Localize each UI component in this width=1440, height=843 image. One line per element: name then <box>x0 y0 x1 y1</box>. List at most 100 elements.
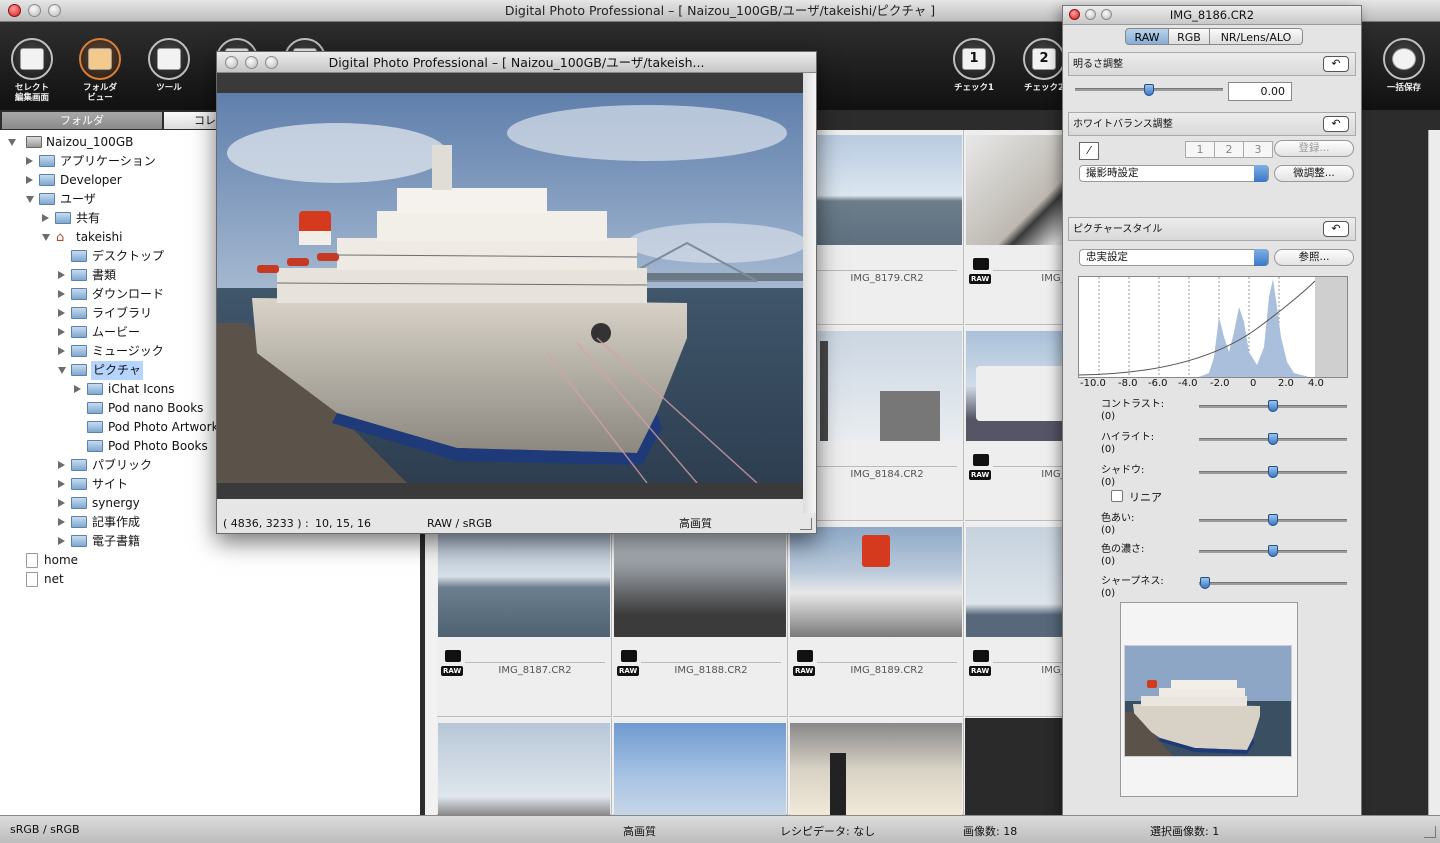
thumbnail-cell[interactable]: RAW IMG_8188.CR2 <box>613 522 788 717</box>
navigator-panel[interactable] <box>1120 602 1298 797</box>
saturation-value: (0) <box>1101 556 1116 567</box>
zoom-window-button[interactable] <box>48 4 61 17</box>
tab-rgb[interactable]: RGB <box>1168 28 1210 45</box>
tree-label: Developer <box>60 173 122 187</box>
tree-label-selected: ピクチャ <box>91 361 143 380</box>
picture-style-label: ピクチャースタイル <box>1073 224 1163 235</box>
tree-label: ムービー <box>92 325 141 339</box>
brightness-slider-knob[interactable] <box>1144 84 1154 96</box>
close-window-button[interactable] <box>8 4 21 17</box>
library-folder-icon <box>71 307 87 319</box>
brightness-section-header: 明るさ調整 ↶ <box>1068 52 1356 76</box>
thumbnail-filename: IMG_8189.CR2 <box>817 662 957 676</box>
picture-style-value: 忠実設定 <box>1086 251 1128 263</box>
preview-color-mode: RAW / sRGB <box>427 517 493 530</box>
preview-minimize-button[interactable] <box>245 56 258 69</box>
eyedropper-icon[interactable]: ⁄ <box>1079 142 1099 160</box>
linear-label: リニア <box>1129 491 1162 504</box>
minimize-window-button[interactable] <box>28 4 41 17</box>
wb-mode-select[interactable]: 撮影時設定 <box>1079 165 1269 182</box>
histogram[interactable] <box>1078 276 1348 378</box>
folder-view-button[interactable]: フォルダ ビュー <box>70 38 130 103</box>
wb-preset-3-button[interactable]: 3 <box>1243 141 1273 158</box>
ship-shape <box>976 366 1066 421</box>
select-edit-label: セレクト <box>14 83 49 93</box>
preview-close-button[interactable] <box>225 56 238 69</box>
saturation-label: 色の濃さ: <box>1101 544 1145 555</box>
saturation-slider-knob[interactable] <box>1268 545 1278 557</box>
batch-save-button[interactable]: 一括保存 <box>1374 38 1434 93</box>
tree-label: 共有 <box>76 211 101 225</box>
sharpness-slider-knob[interactable] <box>1200 577 1210 589</box>
raw-badge: RAW <box>969 274 992 284</box>
thumbnail-cell[interactable] <box>437 718 612 815</box>
document-icon <box>26 572 38 587</box>
shadow-value: (0) <box>1101 477 1116 488</box>
picture-style-browse-button[interactable]: 参照... <box>1274 249 1354 266</box>
sharpness-slider-track[interactable] <box>1199 582 1347 585</box>
tone-slider-row: 色あい: (0) <box>1063 513 1361 543</box>
wb-register-button[interactable]: 登録... <box>1274 140 1354 157</box>
grid-empty-area <box>965 718 1065 815</box>
brightness-reset-button[interactable]: ↶ <box>1323 56 1349 72</box>
preview-scrollbar[interactable] <box>803 73 816 513</box>
music-folder-icon <box>71 345 87 357</box>
status-selected-count: 選択画像数: 1 <box>1150 825 1220 838</box>
tree-label: パブリック <box>92 458 153 472</box>
desktop-folder-icon <box>71 250 87 262</box>
shadow-slider-row: シャドウ: (0) <box>1063 465 1361 495</box>
grid-scrollbar[interactable] <box>1428 130 1440 815</box>
sharpness-value: (0) <box>1101 588 1116 599</box>
thumbnail-cell[interactable] <box>613 718 788 815</box>
palette-close-button[interactable] <box>1069 9 1080 20</box>
wb-fine-tune-button[interactable]: 微調整... <box>1274 165 1354 182</box>
shadow-slider-knob[interactable] <box>1268 466 1278 478</box>
tree-label: デスクトップ <box>92 249 165 263</box>
tone-slider-knob[interactable] <box>1268 514 1278 526</box>
thumbnail-cell[interactable]: RAW IMG_8189.CR2 <box>789 522 964 717</box>
select-edit-window-button[interactable]: セレクト 編集画面 <box>2 38 62 103</box>
picture-style-select[interactable]: 忠実設定 <box>1079 249 1269 266</box>
tool-palette: IMG_8186.CR2 RAW RGB NR/Lens/ALO 明るさ調整 ↶… <box>1062 5 1362 817</box>
check-mark-2-icon: 2 <box>1023 38 1065 80</box>
thumbnail-image <box>438 527 610 637</box>
resize-grip-icon[interactable] <box>800 518 812 530</box>
document-icon <box>26 553 38 568</box>
folder-icon <box>87 421 103 433</box>
palette-minimize-button[interactable] <box>1085 9 1096 20</box>
picture-style-reset-button[interactable]: ↶ <box>1323 221 1349 237</box>
palette-zoom-button[interactable] <box>1101 9 1112 20</box>
raw-badge: RAW <box>969 666 992 676</box>
tree-label: iChat Icons <box>108 382 175 396</box>
navigator-thumbnail <box>1124 645 1292 757</box>
tab-folder[interactable]: フォルダ <box>2 112 162 129</box>
preview-image[interactable] <box>217 93 803 483</box>
contrast-slider-knob[interactable] <box>1268 400 1278 412</box>
camera-icon <box>973 650 989 662</box>
folder-icon <box>71 497 87 509</box>
window-resize-grip-icon[interactable] <box>1424 826 1436 838</box>
movies-folder-icon <box>71 326 87 338</box>
tool-palette-button[interactable]: ツール <box>139 38 199 93</box>
wb-preset-1-button[interactable]: 1 <box>1185 141 1215 158</box>
thumbnail-cell[interactable]: RAW IMG_8187.CR2 <box>437 522 612 717</box>
thumbnail-filename: IMG_8179.CR2 <box>817 270 957 284</box>
linear-checkbox[interactable] <box>1111 490 1123 502</box>
batch-save-icon <box>1383 38 1425 80</box>
tree-label: 電子書籍 <box>92 534 141 548</box>
tower-silhouette <box>830 753 846 815</box>
brightness-value-field[interactable]: 0.00 <box>1228 82 1292 101</box>
highlight-slider-knob[interactable] <box>1268 433 1278 445</box>
camera-icon <box>445 650 461 662</box>
tab-nr-lens-alo[interactable]: NR/Lens/ALO <box>1209 28 1303 45</box>
histogram-tick: -4.0 <box>1178 378 1198 389</box>
wb-preset-2-button[interactable]: 2 <box>1214 141 1244 158</box>
check1-button[interactable]: 1 チェック1 <box>944 38 1004 93</box>
tab-raw[interactable]: RAW <box>1125 28 1169 45</box>
home-icon: ⌂ <box>56 230 65 245</box>
folder-view-icon <box>79 38 121 80</box>
white-balance-reset-button[interactable]: ↶ <box>1323 116 1349 132</box>
tree-label: takeishi <box>76 230 123 244</box>
thumbnail-cell[interactable] <box>789 718 964 815</box>
preview-zoom-button[interactable] <box>265 56 278 69</box>
